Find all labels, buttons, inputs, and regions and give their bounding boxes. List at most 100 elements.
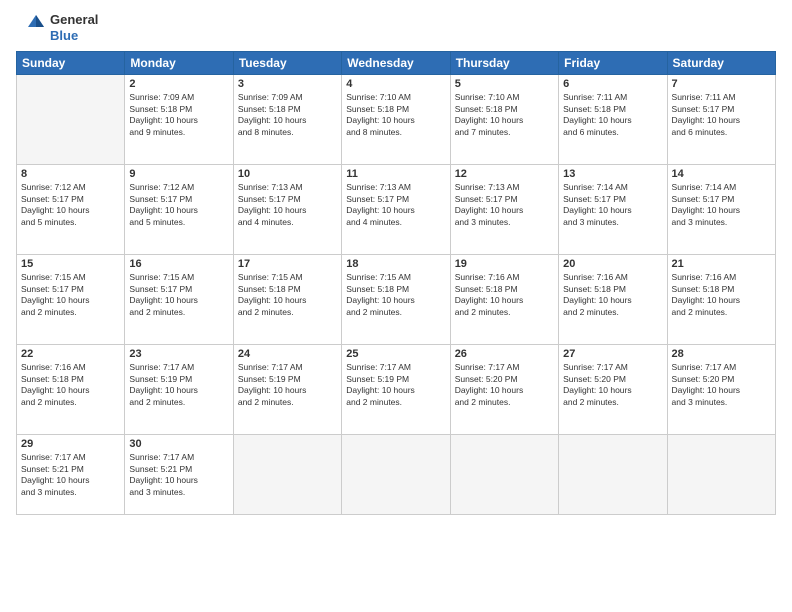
day-number: 6 — [563, 78, 662, 90]
calendar-cell — [17, 75, 125, 165]
day-number: 30 — [129, 438, 228, 450]
calendar-cell: 8 Sunrise: 7:12 AM Sunset: 5:17 PM Daylig… — [17, 165, 125, 255]
day-info: Sunrise: 7:16 AM Sunset: 5:18 PM Dayligh… — [455, 272, 554, 318]
col-thursday: Thursday — [450, 52, 558, 75]
calendar-cell: 2 Sunrise: 7:09 AM Sunset: 5:18 PM Daylig… — [125, 75, 233, 165]
calendar-cell: 23 Sunrise: 7:17 AM Sunset: 5:19 PM Dayli… — [125, 345, 233, 435]
logo: General Blue — [16, 12, 98, 43]
col-tuesday: Tuesday — [233, 52, 341, 75]
day-info: Sunrise: 7:17 AM Sunset: 5:19 PM Dayligh… — [346, 362, 445, 408]
day-number: 25 — [346, 348, 445, 360]
day-number: 3 — [238, 78, 337, 90]
calendar-cell — [450, 435, 558, 515]
calendar-cell — [233, 435, 341, 515]
calendar-table: Sunday Monday Tuesday Wednesday Thursday… — [16, 51, 776, 515]
day-number: 24 — [238, 348, 337, 360]
calendar-cell: 17 Sunrise: 7:15 AM Sunset: 5:18 PM Dayli… — [233, 255, 341, 345]
calendar-cell: 16 Sunrise: 7:15 AM Sunset: 5:17 PM Dayli… — [125, 255, 233, 345]
day-number: 11 — [346, 168, 445, 180]
day-info: Sunrise: 7:13 AM Sunset: 5:17 PM Dayligh… — [238, 182, 337, 228]
calendar-cell: 15 Sunrise: 7:15 AM Sunset: 5:17 PM Dayli… — [17, 255, 125, 345]
day-number: 13 — [563, 168, 662, 180]
calendar-cell: 10 Sunrise: 7:13 AM Sunset: 5:17 PM Dayli… — [233, 165, 341, 255]
day-info: Sunrise: 7:13 AM Sunset: 5:17 PM Dayligh… — [346, 182, 445, 228]
calendar-cell: 21 Sunrise: 7:16 AM Sunset: 5:18 PM Dayli… — [667, 255, 775, 345]
day-info: Sunrise: 7:17 AM Sunset: 5:19 PM Dayligh… — [238, 362, 337, 408]
day-info: Sunrise: 7:11 AM Sunset: 5:18 PM Dayligh… — [563, 92, 662, 138]
day-number: 2 — [129, 78, 228, 90]
page-header: General Blue — [16, 12, 776, 43]
day-info: Sunrise: 7:15 AM Sunset: 5:18 PM Dayligh… — [238, 272, 337, 318]
day-info: Sunrise: 7:11 AM Sunset: 5:17 PM Dayligh… — [672, 92, 771, 138]
day-number: 10 — [238, 168, 337, 180]
col-saturday: Saturday — [667, 52, 775, 75]
calendar-cell: 12 Sunrise: 7:13 AM Sunset: 5:17 PM Dayli… — [450, 165, 558, 255]
calendar-cell: 18Sunrise: 7:15 AM Sunset: 5:18 PM Dayli… — [342, 255, 450, 345]
day-number: 5 — [455, 78, 554, 90]
calendar-cell — [667, 435, 775, 515]
calendar-cell: 7 Sunrise: 7:11 AM Sunset: 5:17 PM Daylig… — [667, 75, 775, 165]
day-info: Sunrise: 7:15 AM Sunset: 5:17 PM Dayligh… — [21, 272, 120, 318]
calendar-cell: 24 Sunrise: 7:17 AM Sunset: 5:19 PM Dayli… — [233, 345, 341, 435]
day-number: 23 — [129, 348, 228, 360]
calendar-cell: 22 Sunrise: 7:16 AM Sunset: 5:18 PM Dayli… — [17, 345, 125, 435]
day-info: Sunrise: 7:16 AM Sunset: 5:18 PM Dayligh… — [672, 272, 771, 318]
calendar-cell: 25 Sunrise: 7:17 AM Sunset: 5:19 PM Dayli… — [342, 345, 450, 435]
day-number: 16 — [129, 258, 228, 270]
calendar-cell: 5Sunrise: 7:10 AM Sunset: 5:18 PM Daylig… — [450, 75, 558, 165]
day-info: Sunrise: 7:17 AM Sunset: 5:21 PM Dayligh… — [129, 452, 228, 498]
day-number: 27 — [563, 348, 662, 360]
day-number: 4 — [346, 78, 445, 90]
col-wednesday: Wednesday — [342, 52, 450, 75]
day-number: 19 — [455, 258, 554, 270]
calendar-cell: 6 Sunrise: 7:11 AM Sunset: 5:18 PM Daylig… — [559, 75, 667, 165]
day-info: Sunrise: 7:17 AM Sunset: 5:20 PM Dayligh… — [455, 362, 554, 408]
logo-icon — [16, 13, 46, 43]
calendar-cell: 11 Sunrise: 7:13 AM Sunset: 5:17 PM Dayli… — [342, 165, 450, 255]
day-info: Sunrise: 7:17 AM Sunset: 5:21 PM Dayligh… — [21, 452, 120, 498]
calendar-cell: 20 Sunrise: 7:16 AM Sunset: 5:18 PM Dayli… — [559, 255, 667, 345]
day-info: Sunrise: 7:10 AM Sunset: 5:18 PM Dayligh… — [346, 92, 445, 138]
calendar-cell — [559, 435, 667, 515]
day-info: Sunrise: 7:12 AM Sunset: 5:17 PM Dayligh… — [129, 182, 228, 228]
col-monday: Monday — [125, 52, 233, 75]
day-info: Sunrise: 7:09 AM Sunset: 5:18 PM Dayligh… — [129, 92, 228, 138]
day-info: Sunrise: 7:13 AM Sunset: 5:17 PM Dayligh… — [455, 182, 554, 228]
calendar-cell: 14 Sunrise: 7:14 AM Sunset: 5:17 PM Dayli… — [667, 165, 775, 255]
calendar-cell: 28 Sunrise: 7:17 AM Sunset: 5:20 PM Dayli… — [667, 345, 775, 435]
day-number: 9 — [129, 168, 228, 180]
col-friday: Friday — [559, 52, 667, 75]
day-number: 22 — [21, 348, 120, 360]
day-info: Sunrise: 7:16 AM Sunset: 5:18 PM Dayligh… — [21, 362, 120, 408]
day-info: Sunrise: 7:14 AM Sunset: 5:17 PM Dayligh… — [672, 182, 771, 228]
calendar-cell: 3 Sunrise: 7:09 AM Sunset: 5:18 PM Daylig… — [233, 75, 341, 165]
day-number: 17 — [238, 258, 337, 270]
day-info: Sunrise: 7:17 AM Sunset: 5:20 PM Dayligh… — [672, 362, 771, 408]
logo-general: General — [50, 12, 98, 28]
day-info: Sunrise: 7:16 AM Sunset: 5:18 PM Dayligh… — [563, 272, 662, 318]
calendar-header-row: Sunday Monday Tuesday Wednesday Thursday… — [17, 52, 776, 75]
day-info: Sunrise: 7:17 AM Sunset: 5:19 PM Dayligh… — [129, 362, 228, 408]
day-info: Sunrise: 7:15 AM Sunset: 5:18 PM Dayligh… — [346, 272, 445, 318]
calendar-cell: 29 Sunrise: 7:17 AM Sunset: 5:21 PM Dayli… — [17, 435, 125, 515]
logo-blue: Blue — [50, 28, 98, 44]
day-info: Sunrise: 7:14 AM Sunset: 5:17 PM Dayligh… — [563, 182, 662, 228]
day-number: 21 — [672, 258, 771, 270]
day-number: 7 — [672, 78, 771, 90]
day-number: 15 — [21, 258, 120, 270]
day-number: 29 — [21, 438, 120, 450]
day-number: 20 — [563, 258, 662, 270]
calendar-cell: 26Sunrise: 7:17 AM Sunset: 5:20 PM Dayli… — [450, 345, 558, 435]
calendar-cell: 30 Sunrise: 7:17 AM Sunset: 5:21 PM Dayli… — [125, 435, 233, 515]
day-number: 14 — [672, 168, 771, 180]
day-number: 12 — [455, 168, 554, 180]
day-number: 28 — [672, 348, 771, 360]
calendar-cell: 27 Sunrise: 7:17 AM Sunset: 5:20 PM Dayli… — [559, 345, 667, 435]
day-info: Sunrise: 7:15 AM Sunset: 5:17 PM Dayligh… — [129, 272, 228, 318]
day-info: Sunrise: 7:12 AM Sunset: 5:17 PM Dayligh… — [21, 182, 120, 228]
calendar-cell: 4 Sunrise: 7:10 AM Sunset: 5:18 PM Daylig… — [342, 75, 450, 165]
day-info: Sunrise: 7:17 AM Sunset: 5:20 PM Dayligh… — [563, 362, 662, 408]
day-info: Sunrise: 7:09 AM Sunset: 5:18 PM Dayligh… — [238, 92, 337, 138]
calendar-cell: 13 Sunrise: 7:14 AM Sunset: 5:17 PM Dayli… — [559, 165, 667, 255]
day-number: 8 — [21, 168, 120, 180]
